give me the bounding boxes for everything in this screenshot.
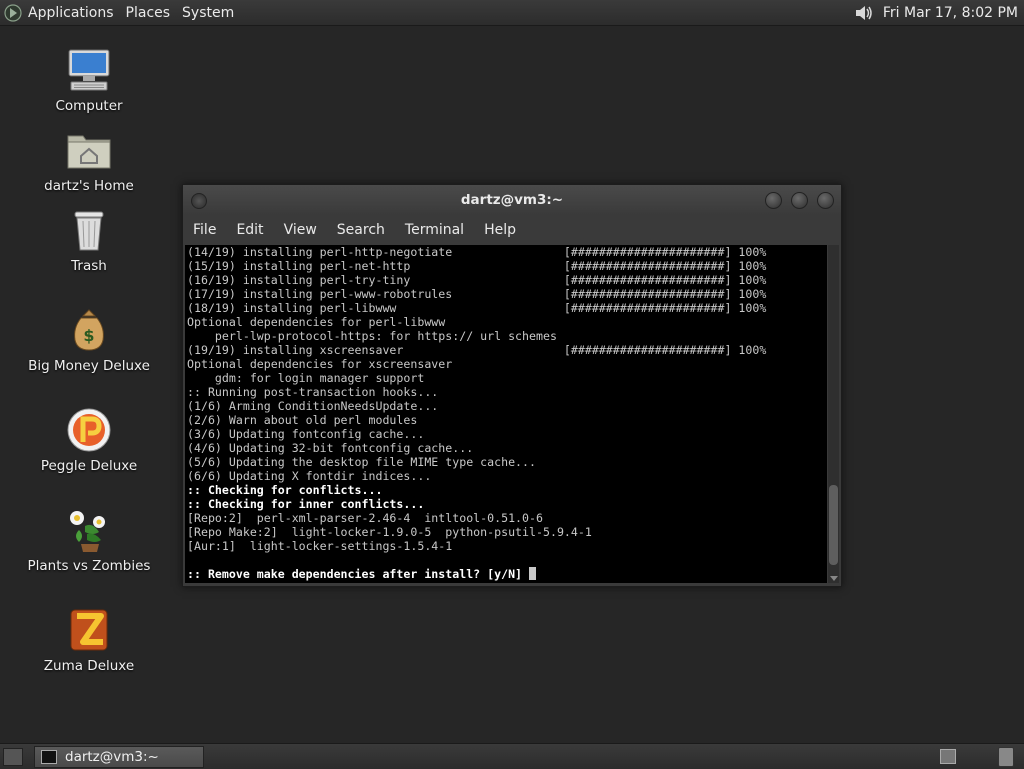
menu-file[interactable]: File (183, 222, 226, 238)
window-titlebar[interactable]: dartz@vm3:~ (183, 185, 841, 215)
peggle-icon (67, 408, 111, 452)
terminal-output[interactable]: (14/19) installing perl-http-negotiate [… (185, 245, 827, 583)
scroll-down-icon[interactable] (830, 576, 838, 581)
places-menu[interactable]: Places (120, 5, 177, 21)
terminal-menubar: File Edit View Search Terminal Help (183, 217, 841, 243)
close-button[interactable] (817, 192, 834, 209)
terminal-line: (15/19) installing perl-net-http [######… (187, 259, 767, 273)
panel-menu: Applications Places System (0, 0, 240, 25)
cursor (529, 567, 537, 580)
terminal-icon (41, 750, 57, 764)
terminal-line: (16/19) installing perl-try-tiny [######… (187, 273, 767, 287)
terminal-line: Optional dependencies for xscreensaver (187, 357, 453, 371)
menu-terminal[interactable]: Terminal (395, 222, 474, 238)
zuma-icon (70, 609, 108, 651)
money-bag-icon: $ (74, 309, 104, 351)
desktop-icon-zuma[interactable]: Zuma Deluxe (24, 606, 154, 674)
desktop-icon-label: Zuma Deluxe (43, 658, 135, 674)
terminal-line: :: Checking for inner conflicts... (187, 497, 425, 511)
terminal-line: (3/6) Updating fontconfig cache... (187, 427, 425, 441)
desktop-icon-trash[interactable]: Trash (24, 206, 154, 274)
terminal-line: :: Checking for conflicts... (187, 483, 383, 497)
terminal-line: (1/6) Arming ConditionNeedsUpdate... (187, 399, 439, 413)
clock[interactable]: Fri Mar 17, 8:02 PM (883, 5, 1024, 21)
home-folder-icon (67, 135, 111, 169)
terminal-line: :: Remove make dependencies after instal… (185, 567, 827, 581)
terminal-window[interactable]: dartz@vm3:~ File Edit View Search Termin… (182, 184, 842, 587)
terminal-line: gdm: for login manager support (187, 371, 425, 385)
workspace-switcher[interactable] (940, 749, 956, 764)
window-title: dartz@vm3:~ (460, 192, 564, 208)
scrollbar-thumb[interactable] (829, 485, 838, 565)
panel-tray: Fri Mar 17, 8:02 PM (853, 0, 1024, 25)
menu-help[interactable]: Help (474, 222, 526, 238)
volume-icon[interactable] (853, 2, 875, 24)
terminal-line: (4/6) Updating 32-bit fontconfig cache..… (187, 441, 474, 455)
terminal-line: (14/19) installing perl-http-negotiate [… (187, 245, 767, 259)
desktop-icon-peggle[interactable]: Peggle Deluxe (24, 406, 154, 474)
terminal-line: (17/19) installing perl-www-robotrules [… (187, 287, 767, 301)
applications-label: Applications (28, 4, 114, 21)
system-menu[interactable]: System (176, 5, 240, 21)
desktop-icon-computer[interactable]: Computer (24, 46, 154, 114)
bottom-panel: dartz@vm3:~ (0, 743, 1024, 769)
desktop-icon-pvz[interactable]: Plants vs Zombies (24, 506, 154, 574)
trash-applet-icon[interactable] (998, 747, 1014, 767)
terminal-line: perl-lwp-protocol-https: for https:// ur… (187, 329, 557, 343)
desktop-icon-home[interactable]: dartz's Home (24, 126, 154, 194)
terminal-line: (5/6) Updating the desktop file MIME typ… (187, 455, 537, 469)
svg-text:$: $ (83, 326, 94, 345)
terminal-line: (19/19) installing xscreensaver [#######… (187, 343, 767, 357)
terminal-line: [Aur:1] light-locker-settings-1.5.4-1 (187, 539, 453, 553)
desktop-icon-label: dartz's Home (44, 178, 134, 194)
applications-menu[interactable]: Applications (0, 3, 120, 22)
terminal-line: (6/6) Updating X fontdir indices... (187, 469, 432, 483)
desktop-icon-label: Computer (55, 98, 123, 114)
menu-edit[interactable]: Edit (226, 222, 273, 238)
plants-icon (70, 511, 105, 552)
terminal-line: (2/6) Warn about old perl modules (187, 413, 418, 427)
terminal-scrollbar[interactable] (828, 245, 839, 583)
terminal-line: [Repo:2] perl-xml-parser-2.46-4 intltool… (187, 511, 543, 525)
menu-search[interactable]: Search (327, 222, 395, 238)
terminal-line: (18/19) installing perl-libwww [########… (187, 301, 767, 315)
terminal-line: Optional dependencies for perl-libwww (187, 315, 446, 329)
top-panel: Applications Places System Fri Mar 17, 8… (0, 0, 1024, 26)
minimize-button[interactable] (765, 192, 782, 209)
show-desktop-icon[interactable] (3, 748, 23, 766)
maximize-button[interactable] (791, 192, 808, 209)
taskbar-item-label: dartz@vm3:~ (65, 749, 159, 765)
window-menu-button[interactable] (191, 193, 207, 209)
terminal-line: [Repo Make:2] light-locker-1.9.0-5 pytho… (187, 525, 592, 539)
taskbar-item-terminal[interactable]: dartz@vm3:~ (34, 746, 204, 768)
desktop-icon-label: Big Money Deluxe (28, 358, 150, 374)
desktop-icon-label: Peggle Deluxe (40, 458, 138, 474)
desktop-icon-big-money[interactable]: $ Big Money Deluxe (24, 306, 154, 374)
terminal-line: :: Running post-transaction hooks... (187, 385, 439, 399)
computer-icon (68, 49, 110, 91)
trash-icon (74, 211, 104, 251)
distro-logo-icon (4, 3, 22, 22)
desktop-icon-label: Plants vs Zombies (27, 558, 151, 574)
menu-view[interactable]: View (274, 222, 327, 238)
desktop-icon-label: Trash (71, 258, 107, 274)
